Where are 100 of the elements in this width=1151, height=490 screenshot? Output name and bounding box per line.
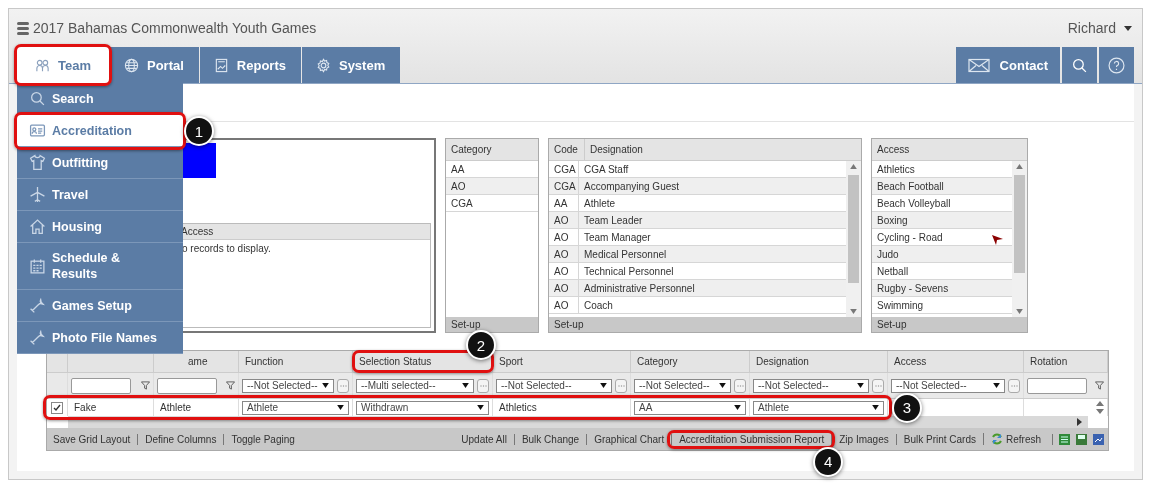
dropdown[interactable]: AA — [634, 400, 746, 415]
dropdown[interactable]: Athlete — [753, 400, 884, 415]
nav-tab[interactable]: Reports — [199, 47, 301, 83]
more-button[interactable] — [872, 378, 884, 393]
list-row[interactable]: CGA — [446, 195, 538, 212]
table-cell-text: Team Manager — [583, 231, 651, 243]
filter-input[interactable] — [157, 377, 217, 394]
plane-icon — [29, 186, 46, 203]
table-cell: CGA — [549, 161, 579, 177]
column-header[interactable]: Access — [894, 356, 927, 367]
save-icon[interactable] — [1076, 433, 1087, 445]
dropdown[interactable]: --Not Selected-- — [634, 378, 731, 393]
filter-icon[interactable] — [1095, 381, 1104, 390]
contact-button[interactable]: Contact — [955, 47, 1060, 83]
column-header[interactable]: Category — [637, 356, 678, 367]
dropdown[interactable]: --Not Selected-- — [753, 378, 869, 393]
up-arrow-icon[interactable] — [1016, 164, 1023, 169]
wrench-icon — [29, 297, 46, 314]
dropdown[interactable]: Withdrawn — [356, 400, 489, 415]
table-cell-text: Administrative Personnel — [583, 282, 695, 294]
toolbar-link[interactable]: Bulk Change — [513, 433, 587, 445]
dropdown[interactable]: --Multi selected-- — [356, 378, 474, 393]
caret-icon — [600, 383, 607, 388]
column-header[interactable]: Rotation — [1030, 356, 1068, 367]
toolbar-link[interactable]: Define Columns — [137, 433, 224, 445]
dropdown[interactable]: --Not Selected-- — [891, 378, 1005, 393]
up-arrow-icon[interactable] — [850, 164, 857, 169]
dropdown[interactable]: Athlete — [242, 400, 349, 415]
table-cell-text: Team Leader — [583, 214, 643, 226]
column-header[interactable]: Sport — [499, 356, 523, 367]
scrollbar[interactable] — [1012, 161, 1027, 317]
table-cell: AA — [549, 195, 579, 211]
column-header: Category — [450, 144, 492, 155]
table-cell-text: Coach — [583, 299, 613, 311]
filter-input[interactable] — [1027, 377, 1087, 394]
ellipsis-icon — [617, 384, 625, 387]
table-cell-text: Fake — [73, 402, 97, 413]
list-row[interactable]: Rugby - Sevens — [872, 280, 1012, 297]
column-header[interactable]: Designation — [756, 356, 809, 367]
more-button[interactable] — [734, 378, 746, 393]
list-row[interactable]: AO — [446, 178, 538, 195]
filter-icon[interactable] — [141, 381, 150, 390]
help-button[interactable] — [1099, 47, 1134, 83]
envelope-icon — [967, 56, 990, 74]
column-header[interactable]: ame — [188, 356, 208, 367]
toolbar-link[interactable]: Bulk Print Cards — [895, 433, 983, 445]
toolbar-link[interactable]: Toggle Paging — [223, 433, 302, 445]
nav-tab[interactable]: Portal — [110, 47, 199, 83]
right-arrow-icon[interactable] — [1077, 418, 1082, 426]
table-cell-text: Accompanying Guest — [583, 180, 680, 192]
table-cell: AO — [549, 212, 579, 228]
toolbar-link[interactable]: Graphical Chart — [586, 433, 672, 445]
user-menu[interactable]: Richard — [1067, 20, 1132, 36]
database-icon — [17, 21, 29, 35]
toolbar-link[interactable]: Update All — [461, 433, 514, 445]
search-icon — [29, 90, 46, 107]
dropdown[interactable]: --Not Selected-- — [496, 378, 612, 393]
down-arrow-icon[interactable] — [1016, 309, 1023, 314]
list-row[interactable]: Beach Football — [872, 178, 1012, 195]
down-arrow-icon[interactable] — [850, 309, 857, 314]
ellipsis-icon — [736, 384, 744, 387]
filter-icon[interactable] — [226, 381, 235, 390]
table-cell-text: Athlete — [159, 402, 192, 413]
more-button[interactable] — [477, 378, 489, 393]
row-checkbox[interactable] — [51, 401, 63, 414]
column-header: Designation — [589, 144, 643, 155]
column-header: Access — [876, 144, 910, 155]
scrollbar[interactable] — [846, 161, 861, 317]
report-icon — [213, 57, 229, 73]
nav-tab[interactable]: System — [301, 47, 401, 83]
ellipsis-icon — [874, 384, 882, 387]
toolbar-link[interactable]: Save Grid Layout — [53, 433, 138, 445]
list-row[interactable]: Boxing — [872, 212, 1012, 229]
search-button[interactable] — [1062, 47, 1097, 83]
caret-icon — [734, 405, 741, 410]
dropdown[interactable]: --Not Selected-- — [242, 378, 334, 393]
column-header[interactable]: Selection Status — [359, 356, 432, 367]
more-button[interactable] — [1008, 378, 1020, 393]
pointer-icon — [992, 235, 1003, 245]
toolbar-link[interactable]: Zip Images — [831, 433, 896, 445]
export-icon[interactable] — [1059, 433, 1070, 445]
list-row[interactable]: Judo — [872, 246, 1012, 263]
caret-icon — [337, 405, 344, 410]
setup-link[interactable]: Set-up — [554, 319, 584, 330]
toolbar-link[interactable]: Accreditation Submission Report — [671, 433, 832, 445]
export-icon[interactable] — [1093, 433, 1104, 445]
column-header: Code — [549, 139, 585, 160]
caret-icon — [857, 383, 864, 388]
setup-link[interactable]: Set-up — [877, 319, 907, 330]
caret-icon — [993, 383, 1000, 388]
more-button[interactable] — [337, 378, 349, 393]
caret-icon — [872, 405, 879, 410]
refresh-button[interactable]: Refresh — [983, 433, 1048, 445]
spinner-icon[interactable] — [1096, 401, 1104, 414]
column-header[interactable]: Function — [245, 356, 284, 367]
more-button[interactable] — [615, 378, 627, 393]
filter-input[interactable] — [71, 377, 131, 394]
search-icon — [1071, 56, 1088, 74]
menu-item[interactable]: Accreditation — [17, 115, 183, 147]
nav-tab[interactable]: Team — [17, 47, 109, 83]
